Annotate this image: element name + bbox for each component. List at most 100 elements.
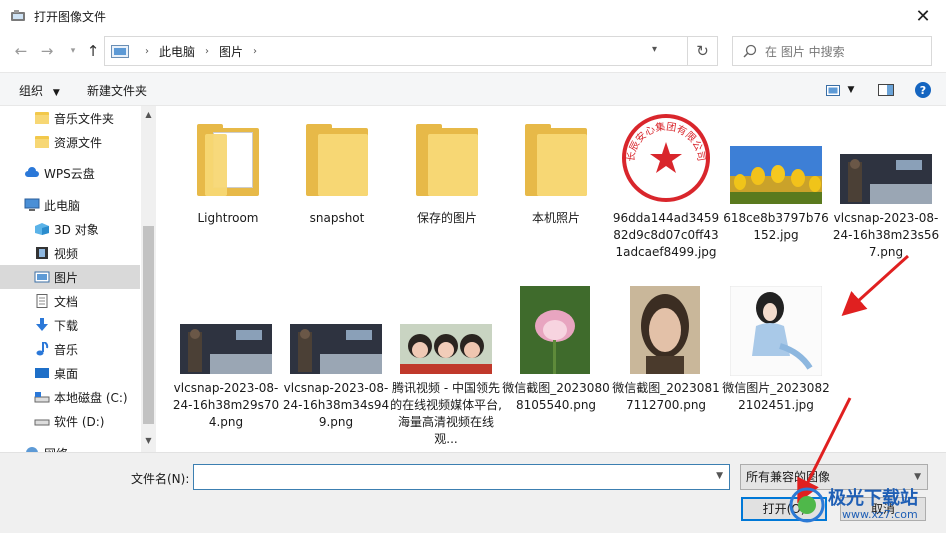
sidebar-item-label: 音乐文件夹 [54, 111, 115, 126]
file-item[interactable]: 本机照片 [500, 106, 612, 236]
title-bar: 打开图像文件 ✕ [0, 0, 946, 32]
arrow-right-icon: → [40, 42, 54, 60]
chevron-down-icon: ▼ [847, 85, 855, 95]
drive-icon [34, 392, 50, 403]
computer-icon [24, 198, 40, 211]
close-button[interactable]: ✕ [900, 0, 946, 32]
sidebar-item-label: 下载 [54, 318, 79, 333]
file-item[interactable]: vlcsnap-2023-08-24-16h38m34s949.png [280, 286, 392, 446]
file-name: 微信图片_20230822102451.jpg [722, 381, 830, 412]
search-input[interactable]: 在 图片 中搜索 [732, 36, 932, 66]
sidebar-item-this-pc[interactable]: 此电脑 [0, 193, 140, 217]
file-item[interactable]: Lightroom [172, 106, 284, 236]
filename-input[interactable]: ▼ [193, 464, 730, 490]
sidebar-item-wps-cloud[interactable]: WPS云盘 [0, 161, 140, 185]
chevron-up-icon[interactable]: ▲ [143, 110, 154, 122]
video-icon [36, 247, 48, 259]
sidebar-item-label: 音乐 [54, 342, 79, 357]
view-options-button[interactable]: ▼ [822, 79, 858, 101]
navigation-pane: 音乐文件夹 资源文件 WPS云盘 此电脑 3D 对象 视频 图片 文档 下载 音… [0, 106, 156, 452]
preview-pane-button[interactable] [874, 79, 898, 101]
breadcrumb-this-pc[interactable]: 此电脑 [159, 43, 195, 60]
sidebar-item-music-folder[interactable]: 音乐文件夹 [0, 106, 140, 130]
preview-pane-icon [878, 84, 894, 96]
file-item[interactable]: vlcsnap-2023-08-24-16h38m23s567.png [830, 106, 942, 259]
sidebar-item-drive-d[interactable]: 软件 (D:) [0, 409, 140, 433]
document-icon [36, 294, 48, 308]
folder-icon [197, 124, 259, 196]
sidebar-item-label: 本地磁盘 (C:) [54, 390, 128, 405]
app-icon [11, 10, 25, 21]
chevron-down-icon[interactable]: ▾ [652, 44, 657, 55]
watermark-url: www.xz7.com [842, 508, 918, 521]
svg-text:?: ? [920, 84, 926, 97]
forward-button[interactable]: → [36, 40, 58, 62]
stamp-image-thumbnail: 长辰安心集团有限公司 [620, 112, 712, 204]
folder-icon [35, 112, 49, 124]
bedroom-image-thumbnail [840, 154, 932, 204]
file-item[interactable]: 微信图片_20230822102451.jpg [720, 286, 832, 446]
file-name: 微信截图_20230817112700.png [612, 381, 720, 412]
sidebar-item-label: 软件 (D:) [54, 414, 105, 429]
file-name: 618ce8b3797b76152.jpg [723, 211, 829, 242]
music-icon [36, 342, 49, 356]
file-name: 保存的图片 [416, 211, 477, 225]
search-placeholder: 在 图片 中搜索 [765, 44, 845, 59]
sidebar-item-network[interactable]: 网络 [0, 441, 140, 452]
sidebar-item-desktop[interactable]: 桌面 [0, 361, 140, 385]
file-item[interactable]: 618ce8b3797b76152.jpg [720, 106, 832, 256]
help-button[interactable]: ? [912, 79, 934, 101]
pictures-icon [34, 271, 50, 283]
file-item[interactable]: 微信截图_20230817112700.png [610, 286, 722, 446]
back-button[interactable]: ← [10, 40, 32, 62]
folder-icon [35, 136, 49, 148]
address-row: ← → ▾ ↑ › 此电脑 › 图片 › ▾ ↻ 在 图片 中搜索 [0, 34, 946, 68]
people-image-thumbnail [400, 324, 492, 374]
refresh-button[interactable]: ↻ [688, 36, 718, 66]
watermark-text: 极光下载站 [828, 488, 918, 509]
sidebar-item-drive-c[interactable]: 本地磁盘 (C:) [0, 385, 140, 409]
file-name: snapshot [309, 211, 365, 225]
file-item[interactable]: 保存的图片 [391, 106, 503, 236]
scrollbar-thumb[interactable] [143, 226, 154, 424]
search-icon [743, 44, 757, 58]
recent-locations-button[interactable]: ▾ [62, 40, 84, 62]
sidebar-item-resources[interactable]: 资源文件 [0, 130, 140, 154]
file-item[interactable]: 腾讯视频 - 中国领先的在线视频媒体平台,海量高清视频在线观... [390, 286, 502, 452]
sidebar-item-videos[interactable]: 视频 [0, 241, 140, 265]
arrow-left-icon: ← [14, 42, 28, 60]
sidebar-item-3d-objects[interactable]: 3D 对象 [0, 217, 140, 241]
pictures-location-icon [111, 44, 129, 58]
sidebar-item-label: 文档 [54, 294, 79, 309]
cube-icon [35, 223, 49, 235]
close-icon: ✕ [915, 5, 931, 27]
file-item[interactable]: 长辰安心集团有限公司 96dda144ad345982d9c8d07c0ff43… [610, 106, 722, 286]
sidebar-item-label: 图片 [54, 270, 79, 285]
file-item[interactable]: vlcsnap-2023-08-24-16h38m29s704.png [170, 286, 282, 446]
organize-menu[interactable]: 组织 ▼ [19, 82, 60, 99]
chevron-down-icon[interactable]: ▼ [143, 436, 154, 448]
up-button[interactable]: ↑ [82, 40, 104, 62]
breadcrumb-separator-icon: › [145, 45, 149, 57]
file-item[interactable]: snapshot [281, 106, 393, 236]
lotus-image-thumbnail [520, 286, 590, 374]
sidebar-scrollbar[interactable]: ▲ ▼ [141, 106, 156, 452]
file-item[interactable]: 微信截图_20230808105540.png [500, 286, 612, 446]
sidebar-item-downloads[interactable]: 下载 [0, 313, 140, 337]
organize-label: 组织 [19, 84, 44, 98]
sidebar-item-music[interactable]: 音乐 [0, 337, 140, 361]
file-name: vlcsnap-2023-08-24-16h38m29s704.png [172, 381, 280, 429]
filename-label: 文件名(N): [131, 472, 190, 486]
sidebar-item-pictures[interactable]: 图片 [0, 265, 140, 289]
file-name: vlcsnap-2023-08-24-16h38m23s567.png [832, 211, 940, 259]
breadcrumb-separator-icon[interactable]: › [253, 46, 257, 57]
breadcrumb-pictures[interactable]: 图片 [219, 43, 243, 60]
sidebar-item-documents[interactable]: 文档 [0, 289, 140, 313]
command-bar: 组织 ▼ 新建文件夹 ▼ ? [0, 72, 946, 106]
file-name: vlcsnap-2023-08-24-16h38m34s949.png [282, 381, 390, 429]
new-folder-button[interactable]: 新建文件夹 [87, 82, 147, 99]
chevron-down-icon[interactable]: ▼ [716, 471, 723, 481]
address-bar[interactable]: › 此电脑 › 图片 › ▾ [104, 36, 688, 66]
breadcrumb-separator-icon: › [205, 45, 210, 57]
drive-icon [34, 419, 50, 426]
